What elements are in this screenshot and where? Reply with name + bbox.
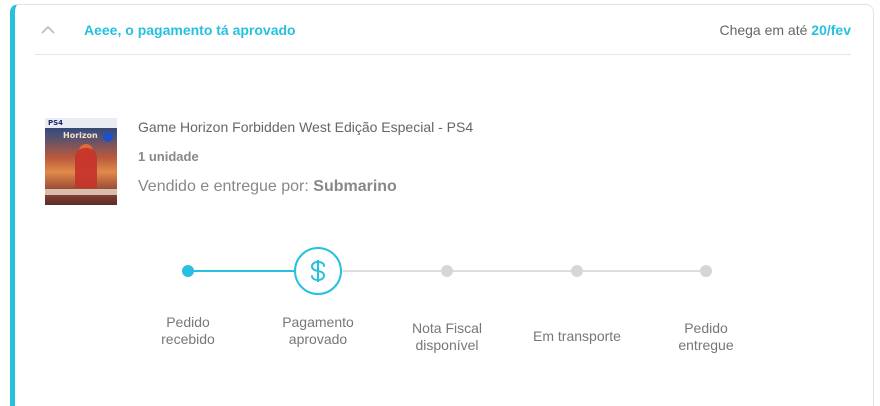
step-label-pedido-entregue: Pedido entregue: [646, 320, 766, 354]
step-label-em-transporte: Em transporte: [517, 328, 637, 345]
product-quantity: 1 unidade: [138, 149, 199, 164]
step-label-pagamento-aprovado: Pagamento aprovado: [258, 314, 378, 348]
order-card: Aeee, o pagamento tá aprovado Chega em a…: [10, 4, 874, 406]
chevron-up-icon[interactable]: [41, 25, 55, 35]
order-progress-tracker: Pedido recebido Pagamento aprovado Nota …: [15, 5, 873, 405]
step-label-nota-fiscal: Nota Fiscal disponível: [387, 320, 507, 354]
step-dot-3: [441, 265, 453, 277]
step-dot-1: [182, 265, 194, 277]
delivery-estimate: Chega em até 20/fev: [719, 22, 851, 38]
track-line-1: [188, 270, 298, 272]
track-line-2: [343, 270, 447, 272]
step-dot-4: [571, 265, 583, 277]
step-label-line2: disponível: [415, 337, 479, 353]
game-logo: Horizon: [63, 131, 98, 140]
order-status-title: Aeee, o pagamento tá aprovado: [84, 22, 296, 38]
seller-info: Vendido e entregue por: Submarino: [138, 178, 397, 196]
step-label-line2: recebido: [161, 331, 215, 347]
ps4-badge: PS4: [48, 119, 64, 127]
track-line-3: [447, 270, 577, 272]
step-label-line1: Pedido: [684, 320, 728, 336]
cover-band: [45, 189, 117, 195]
step-label-pedido-recebido: Pedido recebido: [128, 314, 248, 348]
step-label-line2: entregue: [678, 337, 734, 353]
step-label-line1: Pedido: [166, 314, 210, 330]
playstation-icon: [103, 132, 113, 142]
product-thumbnail[interactable]: PS4 Horizon: [45, 118, 117, 205]
product-name[interactable]: Game Horizon Forbidden West Edição Espec…: [138, 119, 473, 135]
step-label-line2: aprovado: [288, 331, 348, 347]
step-dot-2: [294, 247, 342, 295]
step-label-line1: Em transporte: [533, 328, 621, 344]
character-figure: [75, 148, 97, 188]
seller-name: Submarino: [313, 178, 397, 195]
order-header: Aeee, o pagamento tá aprovado Chega em a…: [35, 5, 851, 55]
track-line-4: [577, 270, 706, 272]
seller-prefix: Vendido e entregue por:: [138, 178, 309, 195]
step-label-line1: Pagamento: [282, 314, 354, 330]
delivery-prefix: Chega em até: [719, 22, 808, 38]
dollar-icon: [310, 260, 326, 282]
step-label-line1: Nota Fiscal: [411, 320, 483, 336]
step-dot-5: [700, 265, 712, 277]
delivery-date: 20/fev: [811, 22, 851, 38]
